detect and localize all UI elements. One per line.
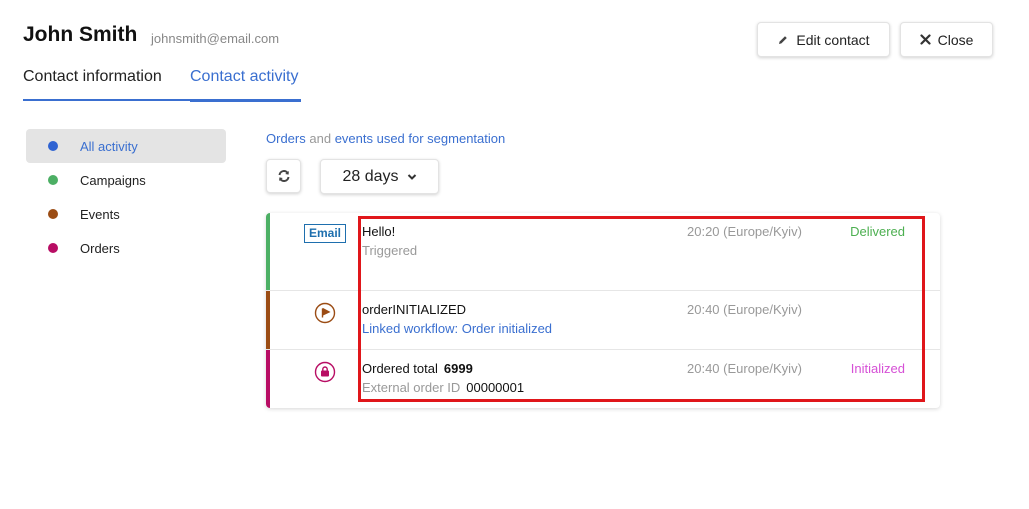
dot-icon [48,243,58,253]
activity-filter-sidebar: All activity Campaigns Events Orders [26,129,226,265]
close-button[interactable]: Close [900,22,993,57]
dot-icon [48,175,58,185]
orders-link[interactable]: Orders [266,131,306,146]
sidebar-item-all-activity[interactable]: All activity [26,129,226,163]
activity-time: 20:40 (Europe/Kyiv) [687,302,802,317]
chevron-down-icon [407,173,416,180]
shopping-bag-icon [314,361,336,383]
activity-feed: Email Hello! Triggered 20:20 (Europe/Kyi… [266,213,940,408]
dot-icon [48,141,58,151]
activity-title: orderINITIALIZED [362,302,467,317]
tab-contact-information[interactable]: Contact information [23,68,162,86]
close-icon [919,34,931,45]
connector-text: and [309,131,332,146]
activity-row-order[interactable]: Ordered total 6999 External order ID 00000… [266,350,940,408]
sidebar-item-label: Orders [80,240,120,256]
sidebar-item-label: All activity [80,138,138,154]
linked-workflow-link[interactable]: Linked workflow: Order initialized [362,321,687,337]
email-badge: Email [303,224,346,243]
activity-title: Hello! [362,224,396,239]
pencil-icon [779,35,788,44]
active-tab-indicator [190,99,301,102]
sidebar-item-label: Events [80,206,120,222]
sidebar-item-events[interactable]: Events [26,197,226,231]
contact-email: johnsmith@email.com [151,31,280,46]
activity-time: 20:40 (Europe/Kyiv) [687,361,802,376]
activity-row-campaign[interactable]: Email Hello! Triggered 20:20 (Europe/Kyi… [266,213,940,291]
period-value: 28 days [342,167,399,185]
edit-contact-button[interactable]: Edit contact [757,22,890,57]
edit-contact-label: Edit contact [796,31,870,48]
contact-name: John Smith [23,23,138,46]
ordered-total-value: 6999 [443,361,473,376]
sidebar-item-campaigns[interactable]: Campaigns [26,163,226,197]
sidebar-item-label: Campaigns [80,172,146,188]
activity-subtitle: Triggered [362,243,418,258]
dot-icon [48,209,58,219]
close-label: Close [937,31,974,48]
period-dropdown[interactable]: 28 days [320,159,439,194]
segmentation-events-link[interactable]: events used for segmentation [335,131,506,146]
external-order-id-label: External order ID [362,380,461,395]
segmentation-info: Orders and events used for segmentation [266,131,505,146]
activity-time: 20:20 (Europe/Kyiv) [687,224,802,239]
tab-contact-activity[interactable]: Contact activity [190,68,298,86]
activity-title: Ordered total 6999 [362,361,687,377]
activity-status: Initialized [850,361,905,376]
refresh-button[interactable] [266,159,301,193]
activity-status: Delivered [850,224,905,239]
activity-status [817,291,940,349]
external-order-id-value: 00000001 [466,380,525,395]
activity-subtitle: External order ID 00000001 [362,380,687,396]
activity-row-event[interactable]: orderINITIALIZED Linked workflow: Order … [266,291,940,350]
sidebar-item-orders[interactable]: Orders [26,231,226,265]
refresh-icon [278,170,289,182]
flag-icon [314,302,336,324]
ordered-total-label: Ordered total [362,361,438,376]
tab-bar: Contact information Contact activity [23,68,301,102]
